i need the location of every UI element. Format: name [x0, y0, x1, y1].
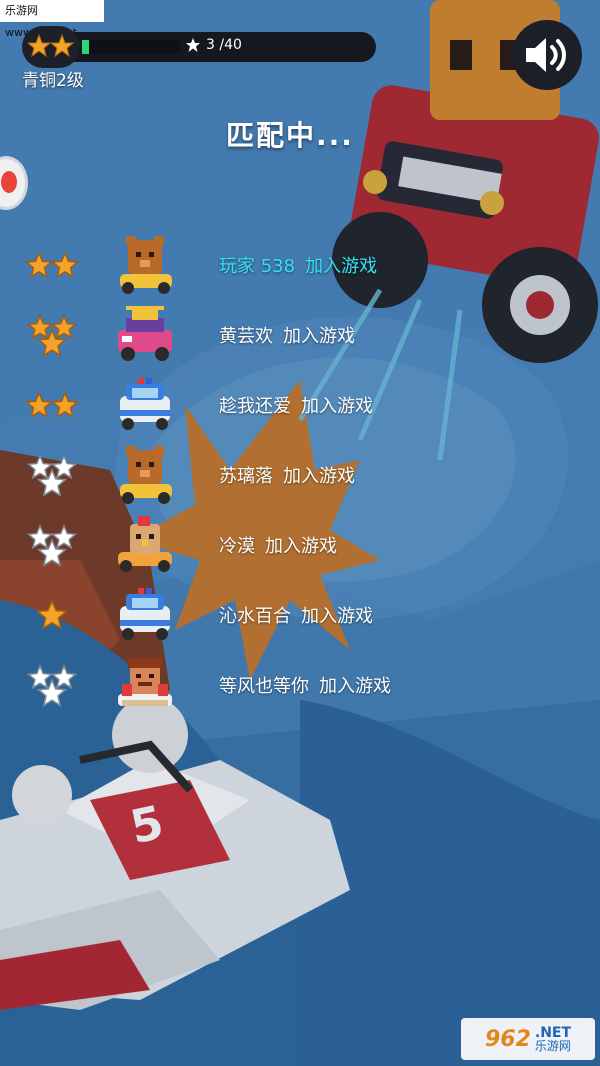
- side-menu-icon: [1, 171, 17, 193]
- player-rank-stars: [20, 240, 84, 292]
- rank-progress-fill: [82, 40, 90, 54]
- player-avatar: [112, 650, 178, 716]
- player-join-message: 玩家 538 加入游戏: [219, 252, 377, 278]
- rank-stars-icon: [35, 599, 69, 630]
- player-row: 等风也等你 加入游戏: [0, 656, 460, 716]
- player-name: 苏璃落: [219, 466, 273, 487]
- watermark-text: .NET 乐游网: [535, 1026, 571, 1052]
- star-count-text: 3 /40: [206, 37, 242, 53]
- player-join-text: 加入游戏: [265, 536, 337, 557]
- player-name: 等风也等你: [219, 676, 309, 697]
- player-avatar: [112, 230, 178, 296]
- player-avatar: [112, 370, 178, 436]
- player-join-text: 加入游戏: [283, 466, 355, 487]
- bear-kart-icon: [120, 446, 172, 504]
- rank-stars-icon: [26, 664, 78, 707]
- player-rank-stars: [20, 590, 84, 642]
- player-join-text: 加入游戏: [301, 396, 373, 417]
- speaker-icon: [526, 38, 566, 72]
- player-avatar: [112, 440, 178, 506]
- player-avatar: [112, 300, 178, 366]
- watermark-cn: 乐游网: [534, 1039, 571, 1053]
- player-row: 趁我还爱 加入游戏: [0, 376, 460, 436]
- watermark-top: 乐游网 www.962.net: [0, 0, 104, 39]
- player-rank-stars: [20, 310, 84, 362]
- matching-title: 匹配中...: [226, 119, 354, 152]
- player-join-text: 加入游戏: [301, 606, 373, 627]
- player-rank-stars: [20, 520, 84, 572]
- rank-stars-icon: [26, 314, 78, 357]
- player-avatar: [112, 510, 178, 576]
- rank-badge: [22, 26, 80, 68]
- player-join-text: 加入游戏: [319, 676, 391, 697]
- player-name: 黄芸欢: [219, 326, 273, 347]
- police-cart-icon: [120, 378, 170, 430]
- rank-name: 青铜2级: [22, 71, 84, 91]
- watermark-net: .NET: [534, 1025, 572, 1041]
- player-row: 玩家 538 加入游戏: [0, 236, 460, 296]
- player-name: 趁我还爱: [219, 396, 291, 417]
- player-rank-stars: [20, 450, 84, 502]
- rank-stars-icon: [26, 454, 78, 497]
- player-rank-stars: [20, 380, 84, 432]
- rank-stars-icon: [24, 251, 80, 279]
- pink-jeep-icon: [118, 306, 172, 361]
- boxer-sled-icon: [118, 658, 172, 706]
- player-join-message: 趁我还爱 加入游戏: [219, 392, 373, 418]
- player-join-message: 冷漠 加入游戏: [219, 532, 337, 558]
- rank-stars-icon: [24, 391, 80, 419]
- player-row: 冷漠 加入游戏: [0, 516, 460, 576]
- bear-kart-icon: [120, 236, 172, 294]
- watermark-bottom: 962 .NET 乐游网: [461, 1018, 595, 1060]
- player-join-message: 黄芸欢 加入游戏: [219, 322, 355, 348]
- player-join-message: 沁水百合 加入游戏: [219, 602, 373, 628]
- player-row: 苏璃落 加入游戏: [0, 446, 460, 506]
- player-join-text: 加入游戏: [305, 256, 378, 277]
- sound-toggle-button[interactable]: [512, 20, 582, 90]
- player-name: 冷漠: [219, 536, 255, 557]
- star-count: 3 /40: [186, 37, 242, 53]
- player-name: 沁水百合: [219, 606, 291, 627]
- player-row: 黄芸欢 加入游戏: [0, 306, 460, 366]
- player-join-text: 加入游戏: [283, 326, 355, 347]
- player-join-message: 等风也等你 加入游戏: [219, 672, 391, 698]
- star-icon: [186, 38, 200, 52]
- rank-progress-track: [82, 40, 180, 54]
- rank-stars-icon: [28, 33, 74, 58]
- player-join-message: 苏璃落 加入游戏: [219, 462, 355, 488]
- rank-stars-icon: [26, 524, 78, 567]
- player-name: 玩家 538: [219, 256, 296, 277]
- player-avatar: [112, 580, 178, 646]
- watermark-logo: 962: [484, 1026, 531, 1052]
- player-row: 沁水百合 加入游戏: [0, 586, 460, 646]
- player-rank-stars: [20, 660, 84, 712]
- chicken-kart-icon: [118, 516, 172, 572]
- police-cart-icon: [120, 588, 170, 640]
